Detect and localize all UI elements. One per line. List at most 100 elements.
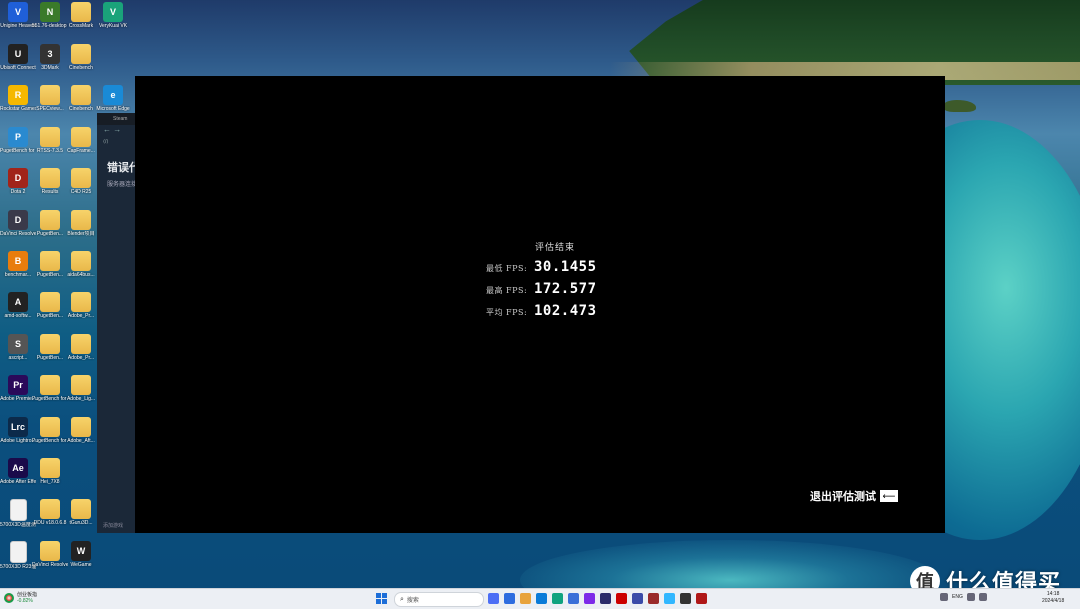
desktop-icon-label: Adobe_Pr... (67, 313, 95, 319)
folder-icon (71, 375, 91, 395)
desktop-icon[interactable]: PPugetBench for Creat... (0, 127, 36, 154)
desktop-icon[interactable]: V Unigine Heaven (0, 2, 36, 29)
app-icon: 3 (40, 44, 60, 64)
desktop-icon[interactable]: W WeGame (63, 541, 99, 568)
desktop-icon-label: Ubisoft Connect (0, 65, 36, 71)
desktop-icon[interactable]: e Microsoft Edge (95, 85, 131, 112)
desktop-icon[interactable]: Blender项目 (63, 210, 99, 237)
exit-benchmark-button[interactable]: 退出评估测试 ⟵ (810, 488, 898, 504)
app-icon: P (8, 127, 28, 147)
taskbar-app-icon[interactable] (632, 593, 643, 604)
desktop-icon[interactable]: C4D R25 (63, 168, 99, 195)
document-icon (9, 541, 27, 563)
app-icon: V (103, 2, 123, 22)
folder-icon (40, 85, 60, 105)
desktop-icon-label: Hei_7X8 (40, 479, 60, 485)
desktop-icon-label: Microsoft Edge (96, 106, 130, 112)
folder-icon (40, 334, 60, 354)
desktop-icon[interactable]: Cinebench (63, 85, 99, 112)
stock-icon (4, 593, 14, 603)
desktop-icon[interactable]: RRockstar Games... (0, 85, 36, 112)
desktop-icon[interactable]: Sascript... (0, 334, 36, 361)
taskbar-app-icon[interactable] (552, 593, 563, 604)
search-placeholder: 搜索 (406, 598, 419, 604)
taskbar-app-icon[interactable] (616, 593, 627, 604)
desktop-icon[interactable]: CrossMark (63, 2, 99, 29)
max-fps-label: 最高 FPS: (486, 286, 528, 295)
desktop-icon-label: C4D R25 (70, 189, 92, 195)
desktop-icon-label: PugetBench for Creat... (0, 148, 36, 154)
desktop-icon-label: Dota 2 (10, 189, 26, 195)
desktop-icon-label: Adobe After Effects 2022 (0, 479, 36, 485)
desktop-icon[interactable]: Pr Adobe Premie... (0, 375, 36, 402)
start-button[interactable] (376, 593, 387, 604)
taskbar-app-icon[interactable] (536, 593, 547, 604)
result-row: 平均 FPS: 102.473 (486, 303, 616, 319)
exit-benchmark-label[interactable]: 退出评估测试 (810, 488, 876, 504)
app-icon: Pr (8, 375, 28, 395)
taskbar-app-icon[interactable] (584, 593, 595, 604)
desktop-icon[interactable]: U Ubisoft Connect (0, 44, 36, 71)
desktop-icon[interactable]: Adobe_Lig... (63, 375, 99, 402)
tray-chevron-icon[interactable] (940, 593, 948, 601)
desktop-icon[interactable]: D DaVinci Resolve (0, 210, 36, 237)
desktop-icon[interactable]: Cinebench (63, 44, 99, 71)
taskbar-app-icon[interactable] (504, 593, 515, 604)
app-icon: W (71, 541, 91, 561)
desktop-icon-label: Adobe_Pr... (67, 355, 95, 361)
desktop-icon[interactable]: aida64bus... (63, 251, 99, 278)
app-icon: D (8, 210, 28, 230)
desktop-icon[interactable]: CapFrame... (63, 127, 99, 154)
islet-background (944, 100, 976, 112)
app-icon: D (8, 168, 28, 188)
desktop-icon-label: VeryKuai VK (98, 23, 128, 29)
benchmark-results: 评估结束 最低 FPS: 30.1455 最高 FPS: 172.577 平均 … (486, 240, 616, 319)
folder-icon (40, 251, 60, 271)
steam-add-game[interactable]: 添加游戏 (103, 522, 123, 529)
wifi-icon[interactable] (966, 593, 975, 601)
volume-icon[interactable] (978, 593, 987, 601)
clock-date: 2024/4/18 (1042, 598, 1065, 604)
desktop-icon[interactable]: Lrc Adobe Lightro... (0, 417, 36, 444)
desktop-icon[interactable]: 5700X3D R23温度... (0, 541, 36, 570)
taskbar-app-icon[interactable] (680, 593, 691, 604)
avg-fps-label: 平均 FPS: (486, 308, 528, 317)
desktop-icon[interactable]: Adobe_Pr... (63, 334, 99, 361)
input-language[interactable]: ENG (952, 594, 963, 600)
desktop-icon-label: 5700X3D温度测试CSV (0, 522, 36, 528)
desktop-icon[interactable]: Aamd-softw... (0, 292, 36, 319)
desktop-icon[interactable]: AeAdobe After Effects 2022 (0, 458, 36, 485)
benchmark-window: 评估结束 最低 FPS: 30.1455 最高 FPS: 172.577 平均 … (135, 76, 945, 533)
desktop-icon-label: 5700X3D R23温度... (0, 564, 36, 570)
taskbar-app-icon[interactable] (600, 593, 611, 604)
taskbar-app-icon[interactable] (648, 593, 659, 604)
taskbar-app-icon[interactable] (488, 593, 499, 604)
desktop-icon[interactable]: D Dota 2 (0, 168, 36, 195)
desktop-icon[interactable]: V VeryKuai VK (95, 2, 131, 29)
taskbar-app-icon[interactable] (696, 593, 707, 604)
desktop-icon[interactable]: Adobe_Aft... (63, 417, 99, 444)
desktop-icon[interactable]: 5700X3D温度测试CSV (0, 499, 36, 528)
desktop-icon[interactable]: Hei_7X8 (32, 458, 68, 485)
taskbar-app-icon[interactable] (568, 593, 579, 604)
desktop-icon[interactable]: Adobe_Pr... (63, 292, 99, 319)
stock-widget[interactable]: 创业板指 -0.82% (4, 592, 37, 604)
enter-key-icon[interactable]: ⟵ (880, 490, 898, 502)
desktop-icon[interactable]: Bbenchmar... (0, 251, 36, 278)
taskbar-app-icon[interactable] (664, 593, 675, 604)
desktop-icon-label: benchmar... (4, 272, 32, 278)
taskbar-app-icon[interactable] (520, 593, 531, 604)
system-tray[interactable]: ENG (940, 593, 987, 601)
taskbar-search[interactable]: ⌕ 搜索 (394, 592, 484, 607)
folder-icon (71, 417, 91, 437)
app-icon: B (8, 251, 28, 271)
clock[interactable]: 14:18 2024/4/18 (1042, 591, 1064, 605)
desktop-icon-label: Cinebench (69, 65, 93, 71)
folder-icon (40, 458, 60, 478)
desktop-icon[interactable]: tGuru3D... (63, 499, 99, 526)
folder-icon (71, 168, 91, 188)
desktop-icon-label: Rockstar Games... (0, 106, 36, 112)
desktop-icon-label: Cinebench (69, 106, 93, 112)
min-fps-label: 最低 FPS: (486, 264, 528, 273)
desktop-icon-label: Adobe_Aft... (67, 438, 95, 444)
